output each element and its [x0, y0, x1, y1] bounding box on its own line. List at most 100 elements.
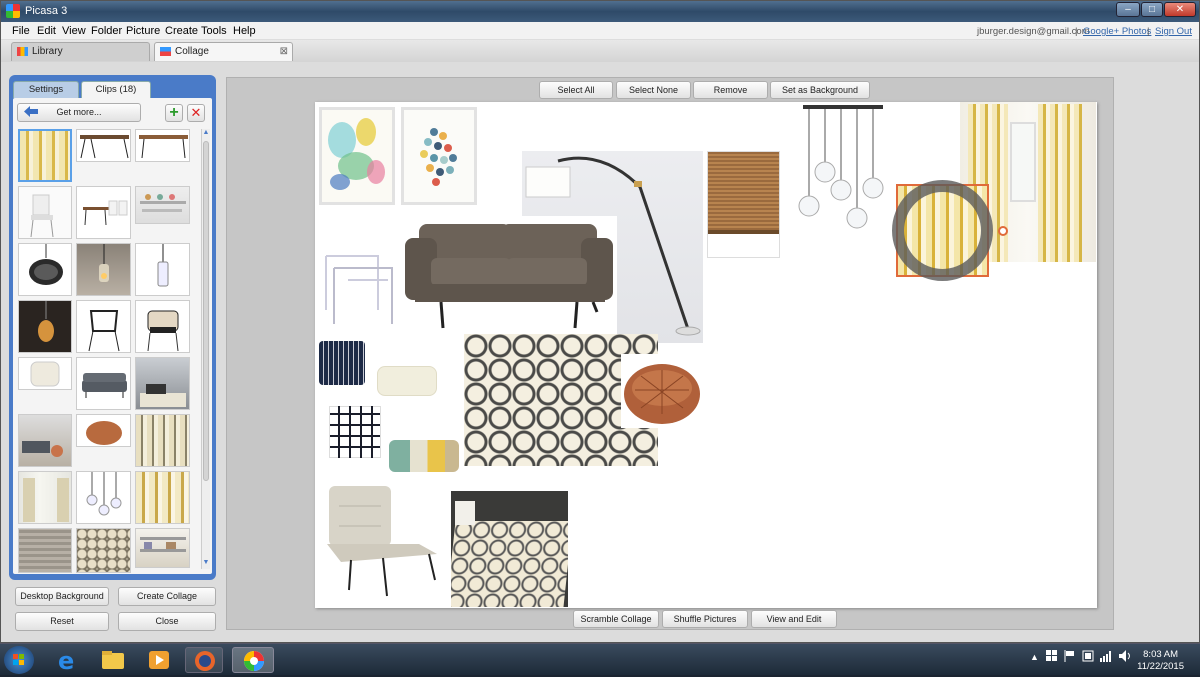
collage-image-moroccan-rug[interactable] — [451, 491, 568, 607]
clock-date: 11/22/2015 — [1137, 661, 1184, 672]
collage-canvas[interactable] — [315, 102, 1097, 608]
collage-image-pendant-light[interactable] — [795, 102, 890, 232]
file-explorer-icon[interactable] — [94, 647, 132, 673]
clip-thumbnail[interactable] — [135, 186, 190, 224]
maximize-button[interactable]: □ — [1141, 2, 1163, 17]
collage-image-leather-pouf[interactable] — [621, 354, 703, 428]
view-and-edit-button[interactable]: View and Edit — [751, 610, 837, 628]
volume-icon[interactable] — [1119, 650, 1131, 664]
collage-image-lumbar-pillow[interactable] — [387, 436, 463, 476]
device-icon[interactable] — [1082, 650, 1094, 664]
clip-thumbnail[interactable] — [18, 357, 72, 390]
clip-thumbnail[interactable] — [18, 243, 72, 296]
clip-thumbnail[interactable] — [18, 528, 72, 573]
add-clip-button[interactable]: + — [165, 104, 183, 122]
collage-image-bamboo-shade[interactable] — [707, 151, 780, 258]
scramble-collage-button[interactable]: Scramble Collage — [573, 610, 659, 628]
reset-button[interactable]: Reset — [15, 612, 109, 631]
show-hidden-icons-icon[interactable]: ▲ — [1030, 652, 1039, 662]
tab-collage[interactable]: Collage ⊠ — [154, 42, 293, 61]
menu-view[interactable]: View — [62, 25, 86, 37]
clip-thumbnail[interactable] — [135, 414, 190, 467]
picasa-app-icon — [6, 4, 20, 18]
clip-thumbnail[interactable] — [76, 300, 131, 353]
collage-image-navy-pillow[interactable] — [317, 337, 369, 387]
clip-thumbnail[interactable] — [18, 300, 72, 353]
title-bar[interactable]: Picasa 3 – □ ✕ — [1, 1, 1199, 22]
collage-workspace: Settings Clips (18) Get more... + ✕ ▲ ▼ … — [1, 62, 1199, 642]
firefox-icon[interactable] — [185, 647, 223, 673]
action-center-flag-icon[interactable] — [1064, 650, 1076, 664]
collage-image-abstract-art[interactable] — [319, 107, 395, 205]
set-as-background-button[interactable]: Set as Background — [770, 81, 870, 99]
internet-explorer-icon[interactable]: e — [48, 647, 86, 675]
windows-taskbar: e ▲ 8:03 AM 11/22/2015 — [0, 643, 1200, 675]
collage-image-fur-pillow[interactable] — [375, 364, 441, 400]
clip-thumbnail[interactable] — [76, 528, 131, 573]
get-more-button[interactable]: Get more... — [17, 103, 141, 122]
close-collage-button[interactable]: Close — [118, 612, 216, 631]
sign-out-link[interactable]: Sign Out — [1155, 26, 1192, 37]
clip-thumbnail[interactable] — [135, 243, 190, 296]
clip-thumbnail[interactable] — [18, 471, 72, 524]
tab-clips[interactable]: Clips (18) — [81, 81, 151, 98]
clip-thumbnail[interactable] — [76, 129, 131, 162]
collage-image-lounge-chair[interactable] — [319, 478, 444, 600]
scroll-down-icon[interactable]: ▼ — [202, 559, 210, 569]
minimize-button[interactable]: – — [1116, 2, 1140, 17]
system-clock[interactable]: 8:03 AM 11/22/2015 — [1137, 649, 1184, 673]
clip-thumbnail[interactable] — [76, 357, 131, 410]
clip-thumbnail[interactable] — [76, 471, 131, 524]
clip-thumbnail[interactable] — [135, 471, 190, 524]
menu-picture[interactable]: Picture — [126, 25, 160, 37]
picasa-taskbar-icon[interactable] — [232, 647, 274, 673]
menu-create[interactable]: Create — [165, 25, 198, 37]
close-tab-icon[interactable]: ⊠ — [280, 43, 288, 61]
network-signal-icon[interactable] — [1100, 650, 1112, 664]
scroll-up-icon[interactable]: ▲ — [202, 129, 210, 139]
collage-image-acrylic-tables[interactable] — [318, 250, 398, 330]
tab-collage-label: Collage — [175, 46, 209, 57]
clock-time: 8:03 AM — [1143, 649, 1178, 660]
rotation-handle[interactable] — [892, 180, 993, 281]
rotate-knob-icon[interactable] — [998, 226, 1008, 236]
collage-image-sofa[interactable] — [401, 216, 617, 336]
start-button[interactable] — [4, 646, 34, 674]
remove-button[interactable]: Remove — [693, 81, 768, 99]
collage-canvas-area: Select All Select None Remove Set as Bac… — [226, 77, 1114, 630]
clip-thumbnail[interactable] — [76, 414, 131, 447]
menu-help[interactable]: Help — [233, 25, 256, 37]
select-none-button[interactable]: Select None — [616, 81, 691, 99]
clip-thumbnail[interactable] — [76, 243, 131, 296]
close-window-button[interactable]: ✕ — [1164, 2, 1196, 17]
clip-thumbnail[interactable] — [18, 186, 72, 239]
clip-thumbnail[interactable] — [18, 414, 72, 467]
menu-folder[interactable]: Folder — [91, 25, 122, 37]
window-title: Picasa 3 — [25, 5, 68, 17]
google-photos-link[interactable]: Google+ Photos — [1083, 26, 1151, 37]
create-collage-button[interactable]: Create Collage — [118, 587, 216, 606]
collage-image-grid-pillow[interactable] — [323, 402, 387, 464]
tab-library[interactable]: Library — [11, 42, 150, 61]
menu-tools[interactable]: Tools — [201, 25, 227, 37]
scroll-thumb[interactable] — [203, 141, 209, 481]
windows-icon[interactable] — [1046, 650, 1058, 662]
clips-scrollbar[interactable]: ▲ ▼ — [201, 129, 210, 569]
menu-file[interactable]: File — [12, 25, 30, 37]
tab-settings[interactable]: Settings — [13, 81, 79, 98]
menu-edit[interactable]: Edit — [37, 25, 56, 37]
collage-image-selected-curtain[interactable] — [892, 180, 1008, 281]
desktop-background-button[interactable]: Desktop Background — [15, 587, 109, 606]
shuffle-pictures-button[interactable]: Shuffle Pictures — [662, 610, 748, 628]
media-player-icon[interactable] — [140, 647, 178, 673]
clip-thumbnail[interactable] — [76, 186, 131, 239]
collage-image-dots-art[interactable] — [401, 107, 477, 205]
clip-thumbnail[interactable] — [18, 129, 72, 182]
clip-thumbnail[interactable] — [135, 357, 190, 410]
separator: | — [1075, 26, 1078, 37]
clip-thumbnail[interactable] — [135, 528, 190, 568]
select-all-button[interactable]: Select All — [539, 81, 613, 99]
clip-thumbnail[interactable] — [135, 300, 190, 353]
remove-clip-button[interactable]: ✕ — [187, 104, 205, 122]
clip-thumbnail[interactable] — [135, 129, 190, 162]
